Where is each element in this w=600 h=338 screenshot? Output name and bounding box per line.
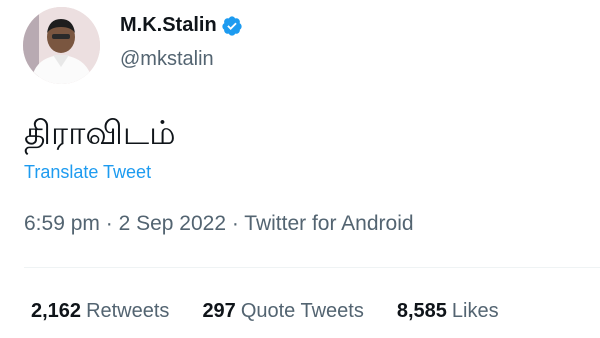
tweet-source[interactable]: Twitter for Android: [244, 212, 413, 235]
likes-label: Likes: [451, 300, 499, 322]
quote-tweets-label: Quote Tweets: [240, 300, 364, 322]
tweet-time[interactable]: 6:59 pm: [24, 212, 100, 235]
meta-separator: ·: [231, 212, 245, 235]
author-handle[interactable]: @mkstalin: [120, 48, 214, 71]
avatar[interactable]: [23, 7, 100, 84]
verified-badge-icon: [221, 15, 243, 37]
tweet-text: திராவிடம்: [24, 113, 176, 152]
quote-tweets-stat[interactable]: 297 Quote Tweets: [202, 300, 363, 323]
divider: [24, 267, 600, 268]
tweet-meta: 6:59 pm · 2 Sep 2022 · Twitter for Andro…: [24, 212, 414, 236]
meta-separator: ·: [105, 212, 119, 235]
profile-photo-icon: [23, 7, 100, 84]
retweets-count: 2,162: [31, 300, 82, 322]
author-name-row: M.K.Stalin: [120, 14, 243, 37]
tweet-stats: 2,162 Retweets 297 Quote Tweets 8,585 Likes: [31, 300, 532, 323]
author-name[interactable]: M.K.Stalin: [120, 14, 217, 37]
likes-stat[interactable]: 8,585 Likes: [397, 300, 499, 323]
retweets-label: Retweets: [86, 300, 170, 322]
likes-count: 8,585: [396, 300, 447, 322]
quote-tweets-count: 297: [202, 300, 236, 322]
retweets-stat[interactable]: 2,162 Retweets: [31, 300, 169, 323]
translate-tweet-link[interactable]: Translate Tweet: [24, 162, 151, 183]
tweet-date[interactable]: 2 Sep 2022: [119, 212, 226, 235]
